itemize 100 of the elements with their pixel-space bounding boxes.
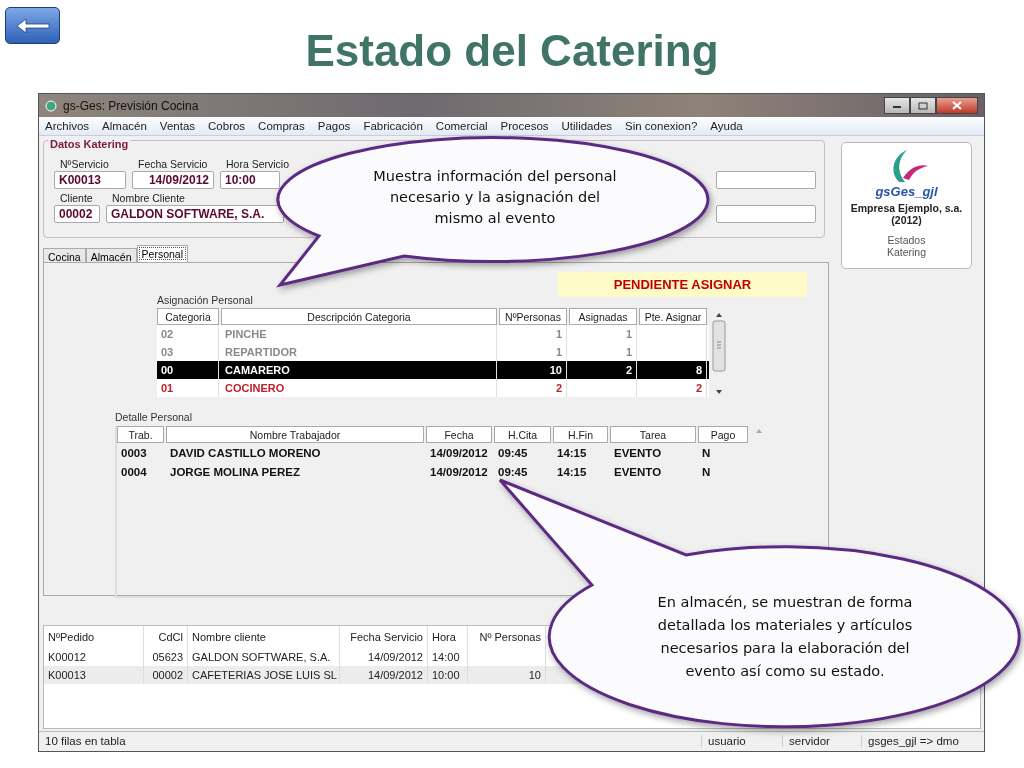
table-cell: 10 bbox=[549, 364, 562, 377]
table-cell: 10 bbox=[528, 669, 541, 682]
table-cell: GALDON SOFTWARE, S.A. bbox=[192, 651, 331, 664]
close-icon bbox=[952, 101, 962, 110]
menu-item[interactable]: Ayuda bbox=[710, 120, 743, 133]
column-header[interactable]: Nombre Trabajador bbox=[166, 426, 424, 444]
table-cell: JORGE MOLINA PEREZ bbox=[170, 466, 300, 479]
maximize-button[interactable] bbox=[910, 97, 936, 114]
table-cell: PINCHE bbox=[225, 328, 267, 341]
tab[interactable]: Almacén bbox=[85, 248, 137, 263]
table-cell: 8 bbox=[695, 364, 702, 377]
company-name: Empresa Ejemplo, s.a. bbox=[850, 202, 963, 215]
menu-item[interactable]: Ventas bbox=[159, 120, 196, 133]
table-cell: K00013 bbox=[48, 669, 86, 682]
table-cell: N bbox=[702, 447, 711, 460]
menu-item[interactable]: Cobros bbox=[208, 120, 246, 133]
left-arrow-icon bbox=[15, 17, 50, 34]
table-cell: 2 bbox=[555, 382, 562, 395]
table-cell: EVENTO bbox=[614, 466, 662, 479]
status-badge: PENDIENTE ASIGNAR bbox=[558, 272, 807, 298]
field-label: Hora Servicio bbox=[225, 158, 290, 172]
field-label: Fecha Servicio bbox=[137, 158, 208, 172]
column-header[interactable]: Tarea bbox=[610, 426, 696, 444]
table-cell: N bbox=[702, 466, 711, 479]
slide-title: Estado del Catering bbox=[304, 26, 720, 76]
column-header[interactable]: Descripción Categoria bbox=[221, 308, 497, 326]
table-cell: 14:15 bbox=[557, 447, 587, 460]
tab[interactable]: Personal bbox=[136, 245, 188, 263]
input-field[interactable]: 00002 bbox=[54, 205, 100, 224]
column-header[interactable]: Pte. Asignar bbox=[639, 308, 707, 326]
column-header[interactable]: H.Cita bbox=[494, 426, 551, 444]
status-text: usuario bbox=[701, 735, 782, 748]
table-cell: 14:15 bbox=[557, 466, 587, 479]
field-label: NºServicio bbox=[59, 158, 109, 172]
table-cell: 02 bbox=[161, 328, 174, 341]
column-header[interactable]: NºPedido bbox=[44, 626, 144, 649]
column-header[interactable]: NºPersonas bbox=[499, 308, 567, 326]
menu-item[interactable]: Fabricación bbox=[363, 120, 423, 133]
table-cell: K00012 bbox=[48, 651, 86, 664]
table-cell: 03 bbox=[161, 346, 174, 359]
tab[interactable]: Cocina bbox=[43, 248, 86, 263]
column-header[interactable]: CdCl bbox=[144, 626, 188, 649]
table-cell: CAMARERO bbox=[225, 364, 290, 377]
table-cell: 01 bbox=[161, 382, 174, 395]
table-cell: 1 bbox=[555, 346, 562, 359]
table-cell: 00 bbox=[161, 364, 174, 377]
input-field[interactable] bbox=[716, 171, 816, 190]
menu-item[interactable]: Archivos bbox=[45, 120, 90, 133]
input-field[interactable] bbox=[716, 205, 816, 224]
column-header[interactable]: Asignadas bbox=[569, 308, 637, 326]
table-cell: 14:00 bbox=[432, 651, 460, 664]
column-header[interactable]: Hora bbox=[428, 626, 468, 649]
table-cell: CAFETERIAS JOSE LUIS SL bbox=[192, 669, 337, 682]
status-text: 10 filas en tabla bbox=[44, 735, 127, 748]
column-header[interactable]: Fecha Servicio bbox=[340, 626, 428, 649]
table-cell: 09:45 bbox=[498, 447, 528, 460]
maximize-icon bbox=[918, 101, 928, 110]
table-cell: 14/09/2012 bbox=[430, 447, 488, 460]
input-field[interactable]: 10:00 bbox=[220, 171, 280, 190]
column-header[interactable]: Nº Personas bbox=[468, 626, 546, 649]
table-cell: 14/09/2012 bbox=[367, 669, 423, 682]
column-header[interactable]: Pago bbox=[698, 426, 748, 444]
field-label: Cliente bbox=[59, 192, 93, 206]
menu-item[interactable]: Almacén bbox=[102, 120, 147, 133]
table-cell: 10:00 bbox=[432, 669, 460, 682]
column-header[interactable]: H.Fin bbox=[553, 426, 608, 444]
table-cell: 14/09/2012 bbox=[430, 466, 488, 479]
states-link[interactable]: Estados Katering bbox=[876, 234, 937, 259]
callout-text: Muestra información del personal necesario y la asignación del mismo al evento bbox=[372, 167, 618, 228]
table-cell: 0004 bbox=[121, 466, 147, 479]
menu-item[interactable]: Procesos bbox=[500, 120, 549, 133]
input-field[interactable]: GALDON SOFTWARE, S.A. bbox=[106, 205, 284, 224]
column-header[interactable]: Trab. bbox=[117, 426, 164, 444]
menu-item[interactable]: Sin conexion? bbox=[625, 120, 698, 133]
back-button[interactable] bbox=[5, 7, 60, 44]
menu-item[interactable]: Pagos bbox=[317, 120, 351, 133]
menu-item[interactable]: Comercial bbox=[435, 120, 488, 133]
window-title: gs-Ges: Previsión Cocina bbox=[63, 98, 199, 113]
column-header[interactable]: Categoria bbox=[157, 308, 219, 326]
input-field[interactable]: K00013 bbox=[54, 171, 126, 190]
callout-text: En almacén, se muestran de forma detallada los materiales y artículos necesarios para la elaboración del evento así como su estado. bbox=[656, 593, 914, 681]
logo-name: gsGes_gjl bbox=[875, 184, 938, 200]
column-header[interactable]: Nombre cliente bbox=[188, 626, 340, 649]
table-cell: 00002 bbox=[152, 669, 183, 682]
table-row[interactable]: 02 PINCHE 1 1 bbox=[157, 325, 709, 344]
menu-item[interactable]: Compras bbox=[258, 120, 305, 133]
field-label: Nombre Cliente bbox=[111, 192, 185, 206]
table-row[interactable]: 00 CAMARERO 10 2 8 bbox=[157, 361, 709, 380]
minimize-button[interactable] bbox=[884, 97, 910, 114]
table-cell: REPARTIDOR bbox=[225, 346, 297, 359]
table-cell: 2 bbox=[625, 364, 632, 377]
close-button[interactable] bbox=[936, 97, 978, 114]
table-row[interactable]: 01 COCINERO 2 2 bbox=[157, 379, 709, 398]
column-header[interactable]: Fecha bbox=[426, 426, 492, 444]
input-field[interactable]: 14/09/2012 bbox=[132, 171, 214, 190]
table-cell: 0003 bbox=[121, 447, 147, 460]
table-cell: 1 bbox=[625, 328, 632, 341]
status-text: gsges_gjl => dmo bbox=[861, 735, 965, 748]
menu-item[interactable]: Utilidades bbox=[561, 120, 613, 133]
table-cell: 09:45 bbox=[498, 466, 528, 479]
